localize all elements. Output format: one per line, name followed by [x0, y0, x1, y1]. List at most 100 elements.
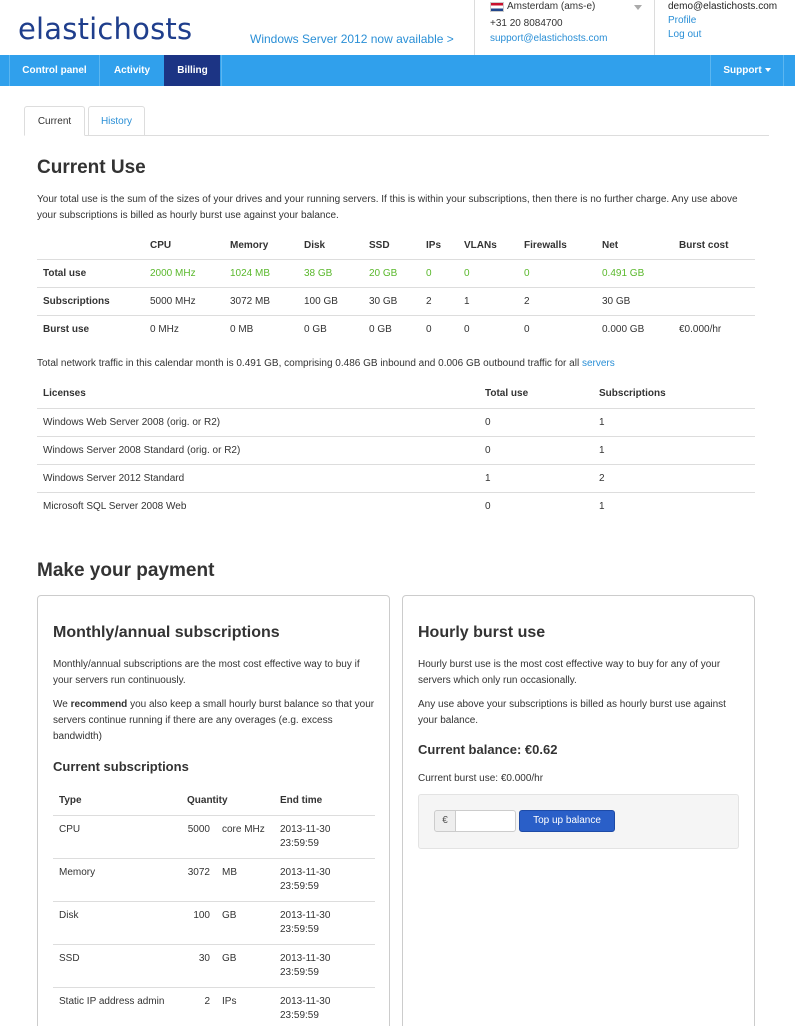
hourly-title: Hourly burst use: [418, 624, 546, 641]
topup-balance-button[interactable]: Top up balance: [519, 810, 615, 832]
column-header: IPs: [426, 239, 442, 251]
logo[interactable]: elastichosts: [18, 12, 192, 46]
sub-unit: MB: [216, 857, 274, 901]
column-header: Type: [59, 795, 82, 807]
sub-end-time: 2013-11-30 23:59:59: [274, 943, 375, 987]
license-subscriptions: 1: [593, 435, 755, 464]
netherlands-flag-icon: [490, 2, 504, 12]
header-divider: [474, 0, 475, 55]
sub-end-time: 2013-11-30 23:59:59: [274, 857, 375, 901]
table-row: CPU 5000 core MHz 2013-11-30 23:59:59: [53, 814, 375, 858]
end-clock: 23:59:59: [280, 837, 319, 849]
table-cell: 2: [420, 286, 458, 315]
servers-link[interactable]: servers: [582, 358, 615, 369]
table-cell: 0 MHz: [144, 314, 224, 343]
nav-activity[interactable]: Activity: [99, 55, 164, 86]
table-cell: 38 GB: [298, 258, 363, 287]
table-row: Microsoft SQL Server 2008 Web 0 1: [37, 491, 755, 520]
sub-type: Memory: [53, 857, 181, 901]
usage-table: CPU Memory Disk SSD IPs VLANs Firewalls …: [37, 232, 755, 343]
traffic-text: Total network traffic in this calendar m…: [37, 358, 580, 369]
table-cell: 2: [518, 286, 596, 315]
column-header: Licenses: [43, 388, 86, 400]
end-date: 2013-11-30: [280, 909, 331, 921]
license-name: Windows Server 2008 Standard (orig. or R…: [37, 435, 479, 464]
sub-quantity: 2: [181, 986, 216, 1026]
sub-unit: core MHz: [216, 814, 274, 858]
column-header: [37, 232, 144, 259]
row-label: Total use: [37, 258, 144, 287]
nav-divider: [221, 55, 222, 86]
license-total: 0: [479, 407, 593, 436]
nav-billing[interactable]: Billing: [164, 55, 220, 86]
current-burst-use: Current burst use: €0.000/hr: [418, 773, 544, 784]
subscriptions-header-row: Type Quantity End time: [53, 787, 375, 815]
table-cell: 0 GB: [298, 314, 363, 343]
current-subscriptions-title: Current subscriptions: [53, 759, 189, 774]
nav-control-panel[interactable]: Control panel: [9, 55, 99, 86]
table-row: Windows Web Server 2008 (orig. or R2) 0 …: [37, 407, 755, 436]
table-cell: 20 GB: [363, 258, 420, 287]
hourly-description: Hourly burst use is the most cost effect…: [418, 659, 721, 686]
table-row: SSD 30 GB 2013-11-30 23:59:59: [53, 943, 375, 987]
support-email-link[interactable]: support@elastichosts.com: [490, 33, 607, 44]
license-name: Windows Server 2012 Standard: [37, 463, 479, 492]
table-row: Disk 100 GB 2013-11-30 23:59:59: [53, 900, 375, 944]
support-phone: +31 20 8084700: [490, 18, 563, 29]
sub-quantity: 3072: [181, 857, 216, 901]
license-name: Microsoft SQL Server 2008 Web: [37, 491, 479, 520]
current-use-title: Current Use: [37, 157, 146, 178]
monthly-recommendation: We recommend you also keep a small hourl…: [53, 697, 378, 745]
end-clock: 23:59:59: [280, 1009, 319, 1021]
table-cell: 0: [420, 258, 458, 287]
nav-support-label: Support: [723, 65, 762, 76]
column-header: End time: [280, 795, 323, 807]
column-header: Subscriptions: [599, 388, 666, 400]
end-date: 2013-11-30: [280, 823, 331, 835]
profile-link[interactable]: Profile: [668, 15, 696, 26]
table-cell: 0 MB: [224, 314, 298, 343]
table-row: Total use 2000 MHz 1024 MB 38 GB 20 GB 0…: [37, 258, 755, 287]
traffic-summary: Total network traffic in this calendar m…: [37, 358, 615, 369]
table-cell: 100 GB: [298, 286, 363, 315]
end-date: 2013-11-30: [280, 866, 331, 878]
sub-type: Static IP address admin: [53, 986, 181, 1026]
region-selector[interactable]: Amsterdam (ams-e): [490, 1, 642, 15]
row-label: Burst use: [37, 314, 144, 343]
tab-history[interactable]: History: [88, 106, 145, 136]
sub-end-time: 2013-11-30 23:59:59: [274, 814, 375, 858]
current-balance: Current balance: €0.62: [418, 742, 558, 757]
region-name: Amsterdam (ams-e): [507, 1, 596, 12]
nav-support[interactable]: Support: [710, 55, 784, 86]
table-cell: 0.491 GB: [596, 258, 673, 287]
logout-link[interactable]: Log out: [668, 29, 701, 40]
table-cell: [673, 258, 755, 287]
license-total: 1: [479, 463, 593, 492]
column-header: VLANs: [464, 239, 497, 251]
license-total: 0: [479, 491, 593, 520]
table-row: Static IP address admin 2 IPs 2013-11-30…: [53, 986, 375, 1026]
sub-end-time: 2013-11-30 23:59:59: [274, 900, 375, 944]
row-label: Subscriptions: [37, 286, 144, 315]
table-row: Burst use 0 MHz 0 MB 0 GB 0 GB 0 0 0 0.0…: [37, 314, 755, 343]
topup-amount-input[interactable]: [455, 810, 516, 832]
monthly-subscriptions-panel: Monthly/annual subscriptions Monthly/ann…: [37, 595, 390, 1026]
tab-current[interactable]: Current: [24, 106, 85, 136]
column-header: Burst cost: [679, 239, 729, 251]
table-cell: 30 GB: [596, 286, 673, 315]
table-cell: 1024 MB: [224, 258, 298, 287]
column-header: Net: [602, 239, 619, 251]
sub-type: SSD: [53, 943, 181, 987]
promo-link[interactable]: Windows Server 2012 now available >: [250, 32, 454, 46]
sub-quantity: 5000: [181, 814, 216, 858]
end-clock: 23:59:59: [280, 923, 319, 935]
licenses-table: Licenses Total use Subscriptions Windows…: [37, 380, 755, 520]
hourly-burst-panel: Hourly burst use Hourly burst use is the…: [402, 595, 755, 1026]
sub-unit: IPs: [216, 986, 274, 1026]
user-email: demo@elastichosts.com: [668, 1, 778, 12]
monthly-description: Monthly/annual subscriptions are the mos…: [53, 659, 360, 686]
main-nav: Control panel Activity Billing Support: [0, 55, 795, 86]
sub-quantity: 30: [181, 943, 216, 987]
table-cell: 3072 MB: [224, 286, 298, 315]
sub-quantity: 100: [181, 900, 216, 944]
